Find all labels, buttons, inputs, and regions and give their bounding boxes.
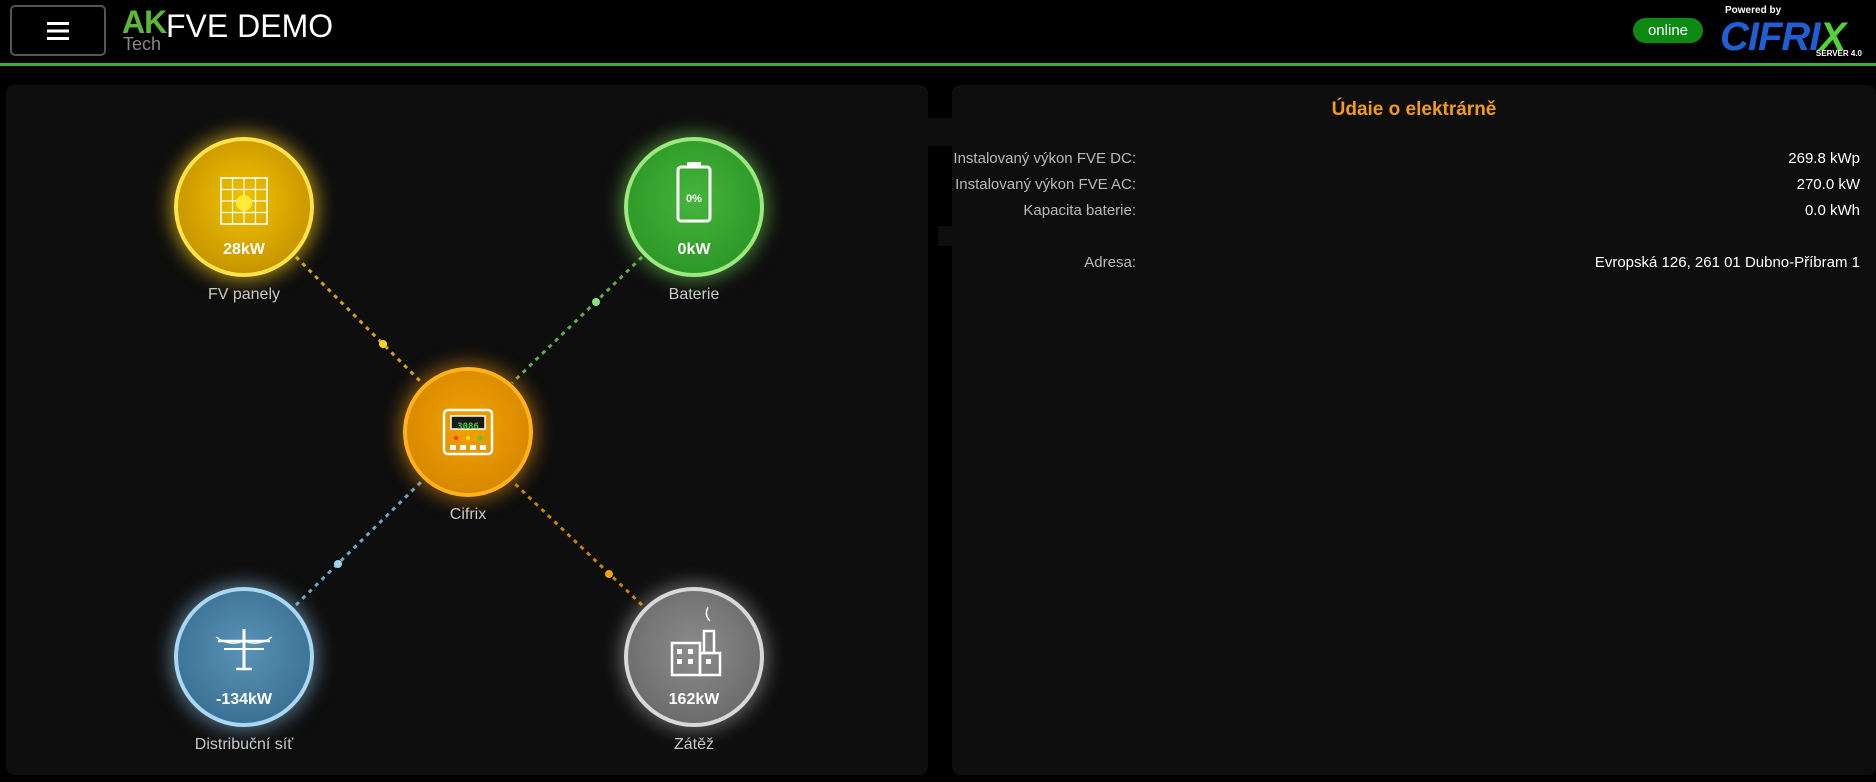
- info-title: Údaie o elektrárně: [1331, 99, 1497, 120]
- load-node[interactable]: 162kW: [624, 587, 764, 727]
- info-value: 269.8 kWp: [1788, 150, 1860, 167]
- pv-node[interactable]: 28kW: [174, 137, 314, 277]
- grid-node[interactable]: -134kW: [174, 587, 314, 727]
- flow-dot-pv: [379, 340, 387, 348]
- battery-icon: [676, 162, 712, 223]
- energy-flow-panel: 28kW FV panely 0% 0kW Baterie 3086 Cifri…: [6, 85, 928, 775]
- info-row-dc: Instalovaný výkon FVE DC: 269.8 kWp: [952, 150, 1876, 172]
- inverter-meter-icon: [442, 408, 494, 456]
- plant-info-panel: Údaie o elektrárně Instalovaný výkon FVE…: [952, 85, 1876, 775]
- inverter-node[interactable]: 3086: [403, 367, 533, 497]
- battery-node[interactable]: 0% 0kW: [624, 137, 764, 277]
- info-key: Instalovaný výkon FVE AC:: [955, 176, 1136, 193]
- info-row-battery: Kapacita baterie: 0.0 kWh: [952, 202, 1876, 224]
- power-pole-icon: [215, 629, 273, 671]
- inverter-label: Cifrix: [449, 506, 487, 523]
- flow-dot-load: [605, 570, 613, 578]
- flow-line-battery: [510, 255, 644, 385]
- flow-dot-grid: [334, 560, 342, 568]
- info-key: Adresa:: [1084, 254, 1136, 271]
- cifrix-logo: Powered by CIFRIX SERVER 4.0: [1720, 5, 1870, 59]
- info-key: Instalovaný výkon FVE DC:: [953, 150, 1136, 167]
- info-value: 270.0 kW: [1796, 176, 1860, 193]
- logo-text-bottom: Tech: [123, 34, 162, 54]
- flow-line-grid: [294, 479, 424, 607]
- grid-power-value: -134kW: [215, 691, 273, 708]
- info-row-ac: Instalovaný výkon FVE AC: 270.0 kW: [952, 176, 1876, 198]
- inverter-display-text: 3086: [457, 422, 479, 432]
- load-power-value: 162kW: [668, 691, 720, 708]
- grid-label: Distribuční síť: [194, 736, 294, 753]
- menu-button[interactable]: [10, 5, 106, 56]
- info-value: 0.0 kWh: [1804, 202, 1860, 219]
- page-title: FVE DEMO: [166, 8, 334, 44]
- flow-line-load: [510, 479, 644, 607]
- status-badge: online: [1633, 18, 1703, 43]
- battery-power-value: 0kW: [677, 241, 711, 258]
- panel-connector: [938, 226, 952, 246]
- battery-label: Baterie: [668, 286, 720, 303]
- panel-connector: [928, 118, 952, 146]
- info-row-address: Adresa: Evropská 126, 261 01 Dubno-Příbr…: [952, 254, 1876, 276]
- pv-label: FV panely: [207, 286, 281, 303]
- flow-line-pv: [294, 255, 424, 385]
- info-key: Kapacita baterie:: [1023, 202, 1136, 219]
- company-logo: AK Tech: [122, 4, 168, 56]
- top-header: AK Tech FVE DEMO online Powered by CIFRI…: [0, 0, 1876, 66]
- hamburger-icon: [47, 21, 69, 40]
- info-value: Evropská 126, 261 01 Dubno-Příbram 1: [1594, 254, 1860, 271]
- factory-icon: [670, 606, 722, 677]
- battery-soc-text: 0%: [686, 193, 702, 205]
- load-label: Zátěž: [673, 736, 714, 753]
- pv-power-value: 28kW: [223, 241, 265, 258]
- solar-panel-icon: [220, 177, 268, 225]
- brand-sub-label: SERVER 4.0: [1815, 49, 1862, 58]
